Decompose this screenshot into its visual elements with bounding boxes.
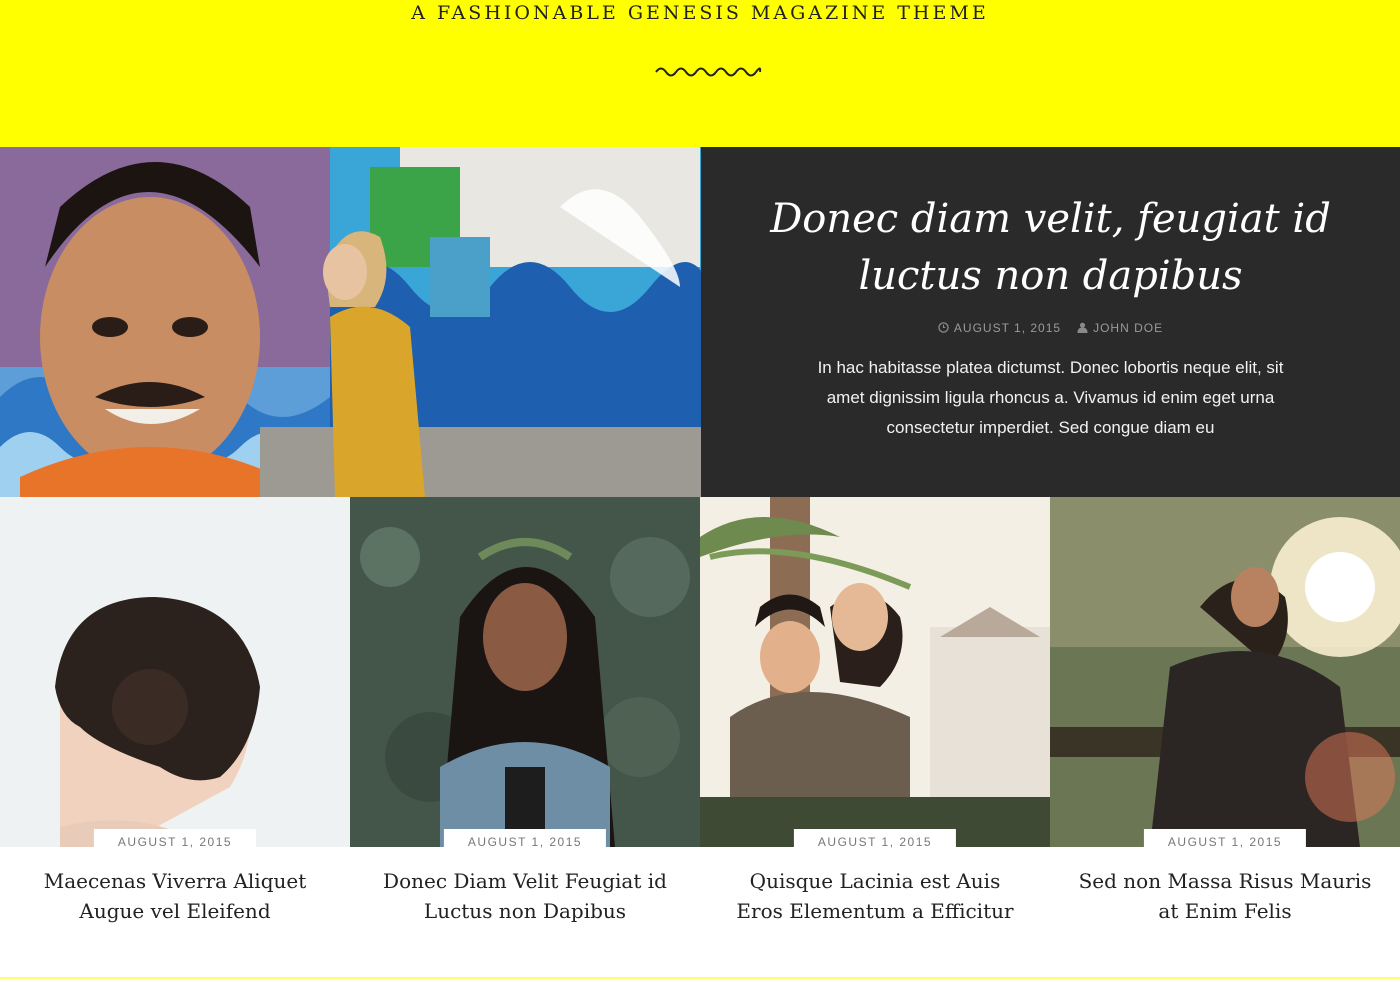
post-image[interactable] <box>0 497 350 847</box>
post-card[interactable]: AUGUST 1, 2015 Maecenas Viverra Aliquet … <box>0 497 350 982</box>
post-grid: AUGUST 1, 2015 Maecenas Viverra Aliquet … <box>0 497 1400 982</box>
post-image[interactable] <box>700 497 1050 847</box>
bottom-divider <box>0 977 1400 979</box>
site-header: A FASHIONABLE GENESIS MAGAZINE THEME <box>0 0 1400 147</box>
featured-post: Donec diam velit, feugiat id luctus non … <box>0 147 1400 497</box>
featured-panel: Donec diam velit, feugiat id luctus non … <box>701 147 1400 497</box>
post-card[interactable]: AUGUST 1, 2015 Quisque Lacinia est Auis … <box>700 497 1050 982</box>
post-title[interactable]: Maecenas Viverra Aliquet Augue vel Eleif… <box>25 866 325 926</box>
post-date: AUGUST 1, 2015 <box>443 829 607 853</box>
featured-date: AUGUST 1, 2015 <box>953 321 1062 335</box>
post-title[interactable]: Donec Diam Velit Feugiat id Luctus non D… <box>375 866 675 926</box>
clock-icon <box>938 322 949 333</box>
post-date: AUGUST 1, 2015 <box>1143 829 1307 853</box>
post-image[interactable] <box>350 497 700 847</box>
post-image[interactable] <box>1050 497 1400 847</box>
featured-meta: AUGUST 1, 2015 JOHN DOE <box>701 321 1400 335</box>
featured-excerpt: In hac habitasse platea dictumst. Donec … <box>817 358 1284 437</box>
featured-title[interactable]: Donec diam velit, feugiat id luctus non … <box>761 191 1340 305</box>
site-tagline: A FASHIONABLE GENESIS MAGAZINE THEME <box>411 2 989 24</box>
squiggle-divider-icon <box>655 67 762 77</box>
user-icon <box>1077 322 1088 333</box>
featured-author[interactable]: JOHN DOE <box>1093 321 1163 335</box>
post-date: AUGUST 1, 2015 <box>93 829 257 853</box>
post-card[interactable]: AUGUST 1, 2015 Donec Diam Velit Feugiat … <box>350 497 700 982</box>
post-card[interactable]: AUGUST 1, 2015 Sed non Massa Risus Mauri… <box>1050 497 1400 982</box>
post-date: AUGUST 1, 2015 <box>793 829 957 853</box>
post-title[interactable]: Quisque Lacinia est Auis Eros Elementum … <box>725 866 1025 926</box>
featured-image[interactable] <box>0 147 701 497</box>
post-title[interactable]: Sed non Massa Risus Mauris at Enim Felis <box>1075 866 1375 926</box>
